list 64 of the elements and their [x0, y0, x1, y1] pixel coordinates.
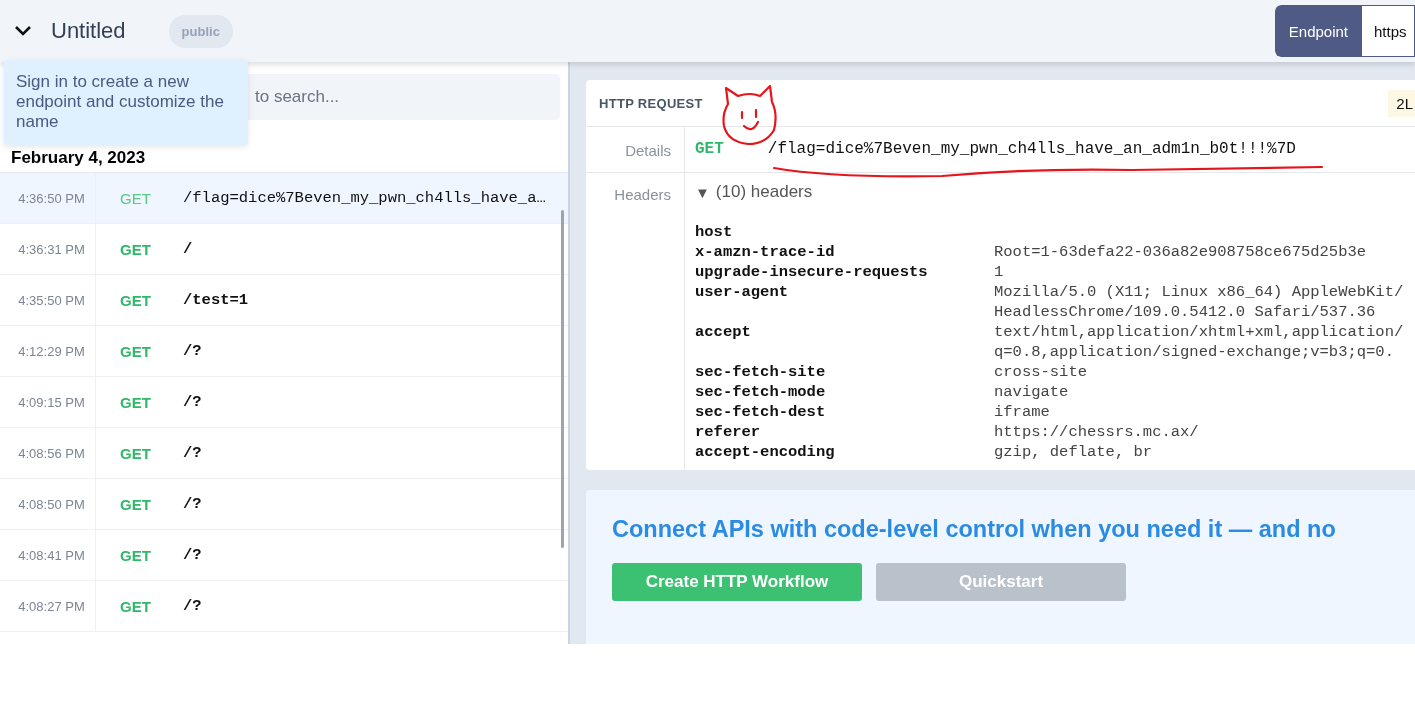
request-time: 4:36:50 PM [0, 173, 96, 223]
scrollbar[interactable] [561, 210, 564, 548]
endpoint-button[interactable]: Endpoint [1274, 5, 1362, 57]
request-time: 4:08:56 PM [0, 428, 96, 478]
date-heading: February 4, 2023 [11, 148, 147, 169]
request-row[interactable]: 4:36:50 PM GET /flag=dice%7Beven_my_pwn_ch4lls_have_a… [0, 173, 568, 224]
header-name: host [695, 222, 734, 242]
request-row[interactable]: 4:08:27 PM GET /? [0, 581, 568, 632]
visibility-badge: public [168, 14, 233, 48]
request-path: /? [183, 495, 202, 513]
request-method: GET [120, 240, 152, 258]
request-path: /flag=dice%7Beven_my_pwn_ch4lls_have_a… [183, 189, 546, 207]
header-name: sec-fetch-dest [695, 402, 827, 422]
sign-in-tooltip: Sign in to create a new endpoint and customize the name [4, 60, 248, 145]
header-name: referer [695, 422, 762, 442]
request-time: 4:08:50 PM [0, 479, 96, 529]
request-path: /? [183, 546, 202, 564]
header-name: accept [695, 322, 752, 343]
header-value: text/html,application/xhtml+xml,application/ q=0.8,application/signed-exchange;v=b3;q=0. [994, 322, 1404, 362]
header-value: Root=1-63defa22-036a82e908758ce675d25b3e [994, 242, 1367, 262]
endpoint-url-field[interactable]: https [1362, 5, 1415, 57]
request-path: /? [183, 393, 202, 411]
request-time: 4:36:31 PM [0, 224, 96, 274]
request-method: GET [120, 444, 152, 462]
size-badge: 2L [1388, 89, 1415, 117]
headers-toggle[interactable]: ▼ (10) headers [695, 182, 1404, 202]
request-path: /? [183, 444, 202, 462]
request-method: GET [120, 291, 152, 309]
request-time: 4:09:15 PM [0, 377, 96, 427]
request-path: /test=1 [183, 291, 249, 309]
request-method: GET [120, 393, 152, 411]
field-label: Details [586, 127, 685, 172]
header-name: upgrade-insecure-requests [695, 262, 929, 282]
request-time: 4:12:29 PM [0, 326, 96, 376]
request-method: GET [120, 495, 152, 513]
request-path: / [183, 240, 193, 258]
request-time: 4:08:27 PM [0, 581, 96, 631]
request-method: GET [695, 140, 724, 160]
request-path: /? [183, 342, 202, 360]
header-value: 1 [994, 262, 1004, 282]
request-method: GET [120, 189, 152, 207]
chevron-down-icon[interactable] [14, 25, 32, 37]
request-path: /flag=dice%7Beven_my_pwn_ch4lls_have_an_adm1n_b0t!!!%7D [767, 140, 1296, 160]
header-value: cross-site [994, 362, 1087, 382]
header-name: sec-fetch-site [695, 362, 827, 382]
header-value: navigate [994, 382, 1069, 402]
card-title: HTTP REQUEST [599, 95, 703, 111]
header-name: x-amzn-trace-id [695, 242, 836, 262]
endpoint-title: Untitled [51, 18, 126, 44]
request-method: GET [120, 342, 152, 360]
request-time: 4:08:41 PM [0, 530, 96, 580]
header-name: user-agent [695, 282, 789, 303]
request-method: GET [120, 546, 152, 564]
request-method: GET [120, 597, 152, 615]
field-label: Headers [586, 173, 685, 470]
request-row[interactable]: 4:08:41 PM GET /? [0, 530, 568, 581]
promo-heading: Connect APIs with code-level control when you need it — and no [612, 516, 1337, 543]
header-value: gzip, deflate, br [994, 442, 1153, 462]
header-value: https://chessrs.mc.ax/ [994, 422, 1199, 442]
header-name: accept-encoding [695, 442, 836, 462]
request-path: /? [183, 597, 202, 615]
request-time: 4:35:50 PM [0, 275, 96, 325]
header-value: iframe [994, 402, 1050, 422]
header-name: sec-fetch-mode [695, 382, 827, 402]
